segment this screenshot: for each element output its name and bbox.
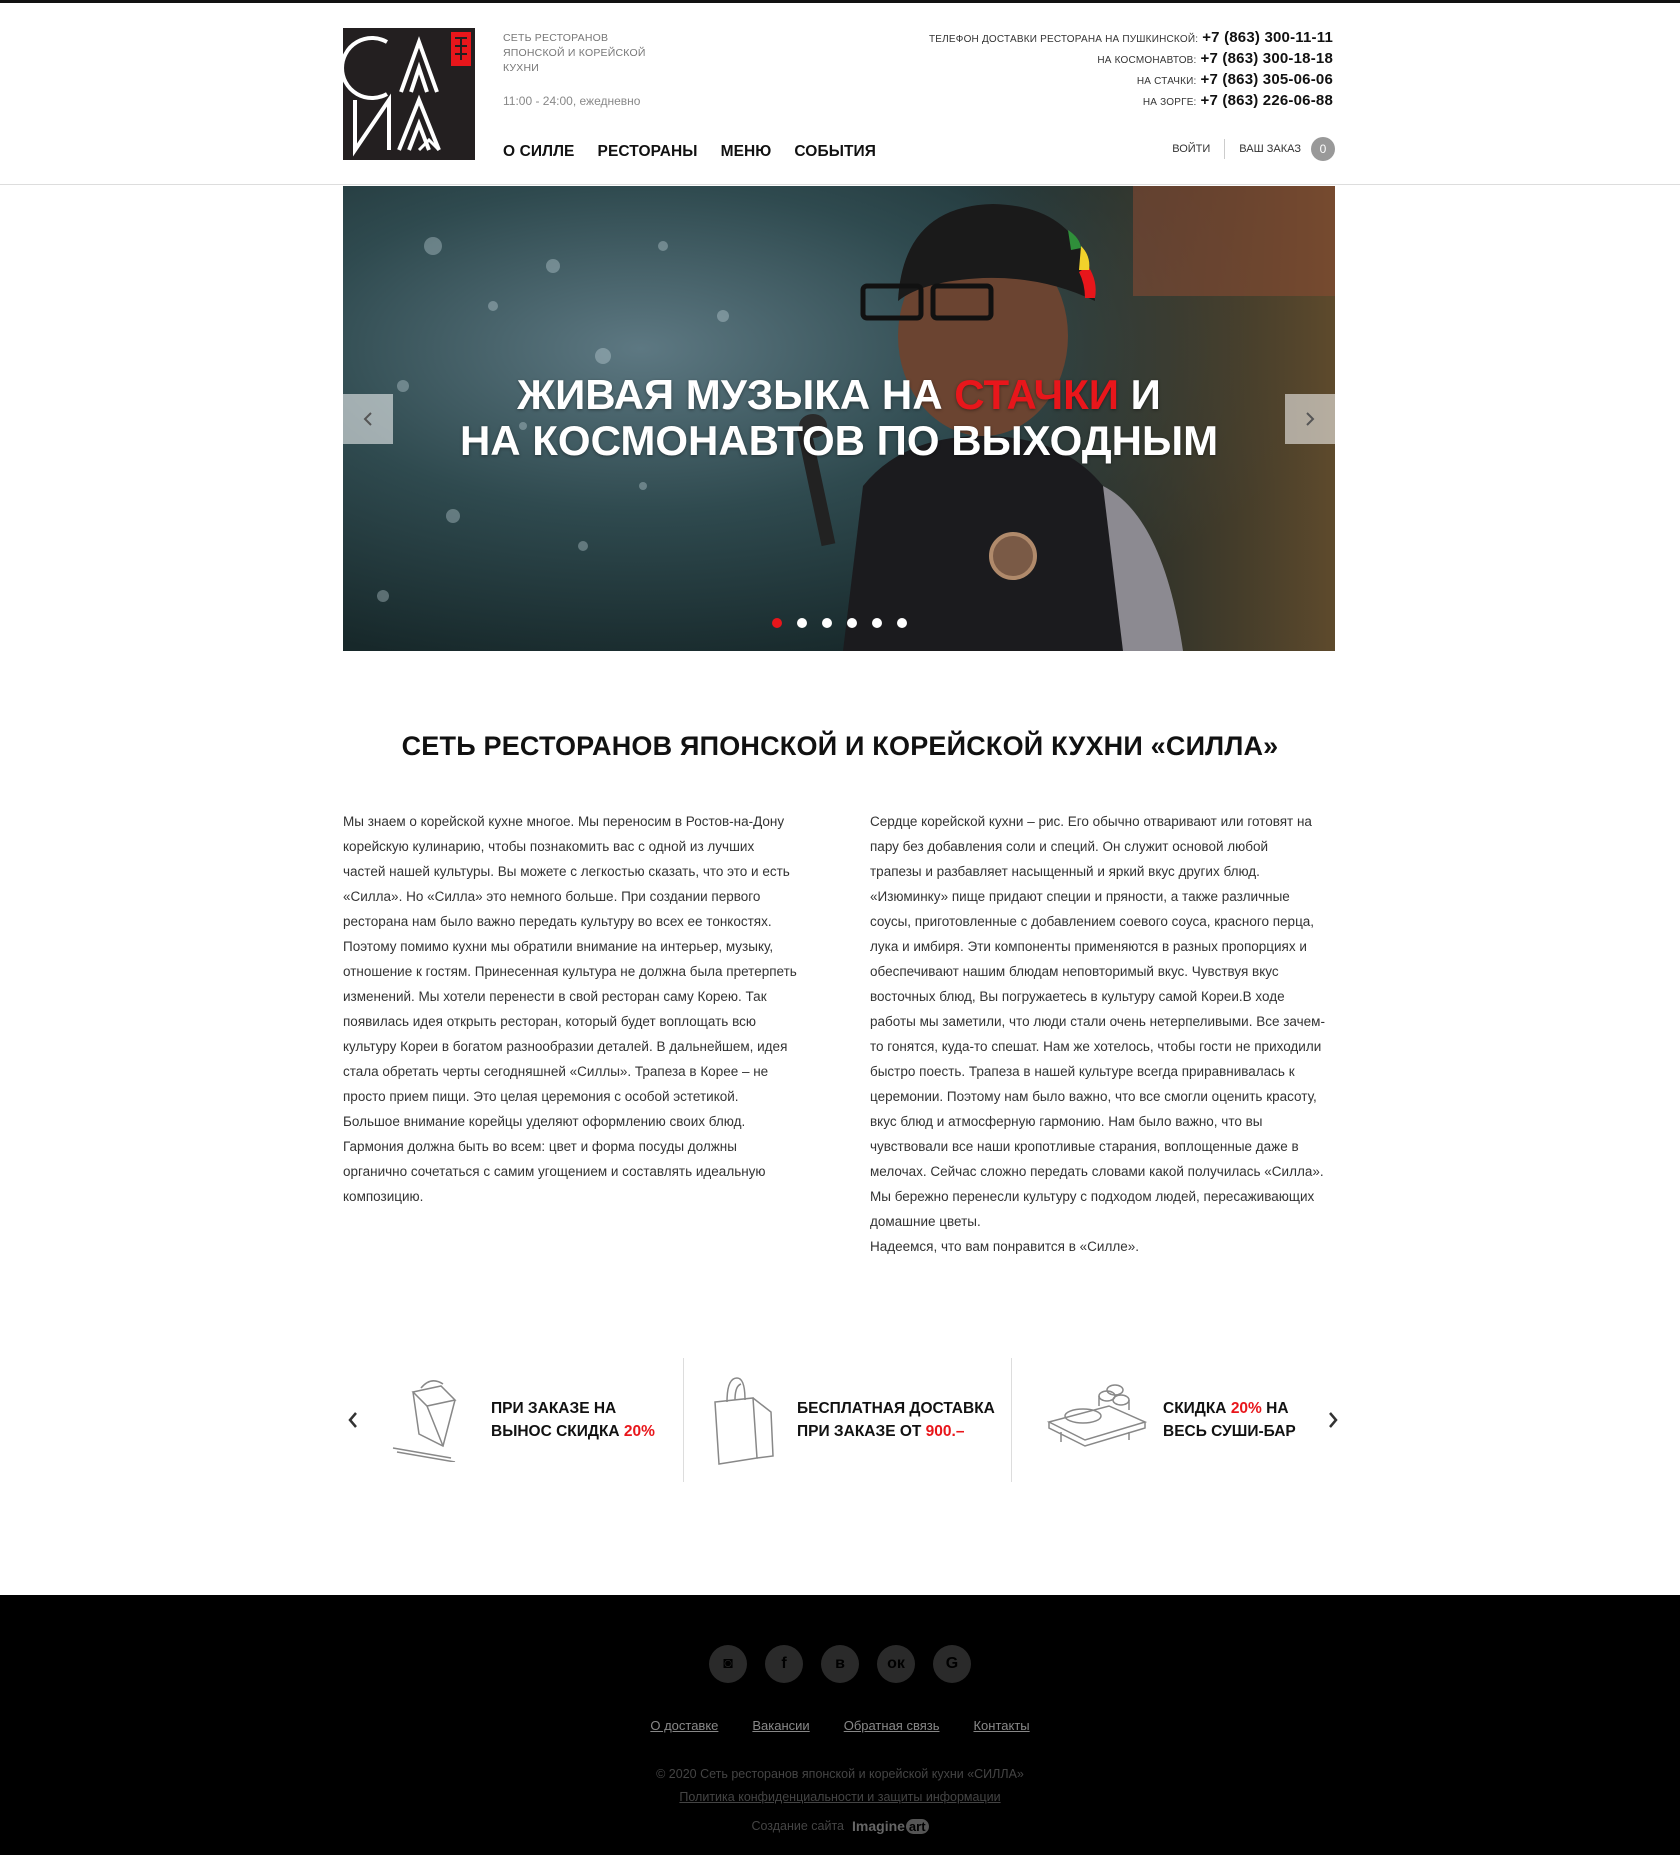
site-header: СЕТЬ РЕСТОРАНОВ ЯПОНСКОЙ И КОРЕЙСКОЙ КУХ… — [0, 3, 1680, 185]
promo-text: СКИДКА 20% НА ВЕСЬ СУШИ-БАР — [1163, 1397, 1296, 1443]
slider-prev-button[interactable] — [343, 394, 393, 444]
promo-line: ВЫНОС СКИДКА — [491, 1423, 624, 1440]
promo-text: БЕСПЛАТНАЯ ДОСТАВКА ПРИ ЗАКАЗЕ ОТ 900.– — [797, 1397, 995, 1443]
promo-carousel: ПРИ ЗАКАЗЕ НА ВЫНОС СКИДКА 20% БЕСПЛАТНА… — [343, 1358, 1338, 1482]
developer-logo[interactable]: Imagine art — [852, 1818, 929, 1834]
footer-link-vacancies[interactable]: Вакансии — [752, 1718, 809, 1733]
promo-highlight: 20% — [623, 1423, 655, 1440]
order-link[interactable]: ВАШ ЗАКАЗ — [1225, 139, 1301, 159]
nav-item-menu[interactable]: МЕНЮ — [721, 143, 772, 161]
footer-links: О доставке Вакансии Обратная связь Конта… — [0, 1718, 1680, 1733]
phone-label: НА СТАЧКИ: — [1136, 76, 1197, 87]
about-text-right: Сердце корейской кухни – рис. Его обычно… — [870, 809, 1340, 1259]
about-paragraph: Сердце корейской кухни – рис. Его обычно… — [870, 814, 1325, 1254]
phone-number-link[interactable]: +7 (863) 300-18-18 — [1201, 50, 1333, 67]
gplus-icon[interactable]: G — [933, 1645, 971, 1683]
phone-label: НА КОСМОНАВТОВ: — [1097, 55, 1197, 66]
slider-dot[interactable] — [871, 618, 882, 628]
login-link[interactable]: ВОЙТИ — [1172, 139, 1226, 159]
promo-line: ПРИ ЗАКАЗЕ НА — [491, 1400, 617, 1417]
nav-item-events[interactable]: СОБЫТИЯ — [794, 143, 876, 161]
privacy-policy-link[interactable]: Политика конфиденциальности и защиты инф… — [679, 1790, 1000, 1804]
takeaway-box-icon — [392, 1380, 457, 1462]
sushi-board-icon — [1046, 1384, 1148, 1447]
brand-logo[interactable] — [343, 28, 475, 160]
phone-row: НА КОСМОНАВТОВ: +7 (863) 300-18-18 — [929, 48, 1333, 69]
nav-item-about[interactable]: О СИЛЛЕ — [503, 143, 575, 161]
chevron-right-icon — [1329, 1412, 1338, 1428]
promo-item-sushi[interactable]: СКИДКА 20% НА ВЕСЬ СУШИ-БАР — [1045, 1358, 1296, 1482]
promo-line: НА — [1261, 1400, 1289, 1417]
slider-dot[interactable] — [771, 618, 782, 628]
odnoklassniki-icon[interactable]: ок — [877, 1645, 915, 1683]
promo-divider — [683, 1358, 684, 1482]
phone-row: ТЕЛЕФОН ДОСТАВКИ РЕСТОРАНА НА ПУШКИНСКОЙ… — [929, 27, 1333, 48]
slider-dot[interactable] — [896, 618, 907, 628]
brand-tagline: СЕТЬ РЕСТОРАНОВ ЯПОНСКОЙ И КОРЕЙСКОЙ КУХ… — [503, 32, 646, 74]
slide-title: ЖИВАЯ МУЗЫКА НА СТАЧКИ И НА КОСМОНАВТОВ … — [343, 372, 1335, 464]
social-links: ◙ f в ок G — [0, 1645, 1680, 1683]
made-by-label: Создание сайта — [751, 1819, 845, 1833]
account-bar: ВОЙТИ ВАШ ЗАКАЗ 0 — [1172, 137, 1335, 161]
phone-number-link[interactable]: +7 (863) 300-11-11 — [1202, 29, 1333, 46]
footer-link-delivery[interactable]: О доставке — [650, 1718, 718, 1733]
promo-line: ПРИ ЗАКАЗЕ ОТ — [797, 1423, 926, 1440]
main-nav: О СИЛЛЕ РЕСТОРАНЫ МЕНЮ СОБЫТИЯ — [503, 143, 876, 161]
slide-title-line2: НА КОСМОНАВТОВ ПО ВЫХОДНЫМ — [459, 417, 1219, 464]
opening-hours: 11:00 - 24:00, ежедневно — [503, 94, 641, 108]
copyright: © 2020 Сеть ресторанов японской и корейс… — [656, 1767, 1024, 1781]
about-title: СЕТЬ РЕСТОРАНОВ ЯПОНСКОЙ И КОРЕЙСКОЙ КУХ… — [401, 731, 1279, 761]
chevron-left-icon — [363, 412, 372, 426]
instagram-icon[interactable]: ◙ — [709, 1645, 747, 1683]
privacy-policy: Политика конфиденциальности и защиты инф… — [0, 1790, 1680, 1804]
vk-icon[interactable]: в — [821, 1645, 859, 1683]
phone-label: ТЕЛЕФОН ДОСТАВКИ РЕСТОРАНА НА ПУШКИНСКОЙ… — [928, 34, 1199, 45]
slide-title-text: И — [1119, 371, 1161, 418]
promo-line: СКИДКА — [1163, 1400, 1231, 1417]
promo-item-takeaway[interactable]: ПРИ ЗАКАЗЕ НА ВЫНОС СКИДКА 20% — [391, 1358, 655, 1482]
chevron-right-icon — [1306, 412, 1315, 426]
promo-highlight: 900.– — [925, 1423, 965, 1440]
slider-dots — [343, 618, 1335, 628]
footer-link-feedback[interactable]: Обратная связь — [844, 1718, 940, 1733]
logo-mark-icon — [343, 32, 471, 157]
developer-name-art: art — [905, 1818, 929, 1834]
about-paragraph: Мы знаем о корейской кухне многое. Мы пе… — [343, 814, 797, 1204]
phone-list: ТЕЛЕФОН ДОСТАВКИ РЕСТОРАНА НА ПУШКИНСКОЙ… — [929, 27, 1333, 111]
promo-next-button[interactable] — [1323, 1408, 1343, 1432]
shopping-bag-icon — [714, 1377, 774, 1465]
hero-slider: ЖИВАЯ МУЗЫКА НА СТАЧКИ И НА КОСМОНАВТОВ … — [343, 186, 1335, 651]
promo-prev-button[interactable] — [343, 1408, 363, 1432]
phone-number-link[interactable]: +7 (863) 226-06-88 — [1201, 92, 1333, 109]
slider-dot[interactable] — [846, 618, 857, 628]
phone-row: НА ЗОРГЕ: +7 (863) 226-06-88 — [929, 90, 1333, 111]
promo-line: БЕСПЛАТНАЯ ДОСТАВКА — [797, 1400, 995, 1417]
phone-number-link[interactable]: +7 (863) 305-06-06 — [1201, 71, 1333, 88]
made-by: Создание сайта Imagine art — [0, 1818, 1680, 1834]
promo-item-delivery[interactable]: БЕСПЛАТНАЯ ДОСТАВКА ПРИ ЗАКАЗЕ ОТ 900.– — [713, 1358, 995, 1482]
slider-dot[interactable] — [796, 618, 807, 628]
cart-count-badge[interactable]: 0 — [1311, 137, 1335, 161]
slide-title-text: ЖИВАЯ МУЗЫКА НА — [517, 371, 955, 418]
promo-text: ПРИ ЗАКАЗЕ НА ВЫНОС СКИДКА 20% — [491, 1397, 655, 1443]
slider-next-button[interactable] — [1285, 394, 1335, 444]
about-text-left: Мы знаем о корейской кухне многое. Мы пе… — [343, 809, 813, 1209]
phone-label: НА ЗОРГЕ: — [1142, 97, 1197, 108]
footer-link-contacts[interactable]: Контакты — [973, 1718, 1029, 1733]
nav-item-restaurants[interactable]: РЕСТОРАНЫ — [598, 143, 698, 161]
site-footer: ◙ f в ок G О доставке Вакансии Обратная связ… — [0, 1595, 1680, 1855]
promo-highlight: 20% — [1230, 1400, 1262, 1417]
slide-title-highlight: СТАЧКИ — [954, 371, 1119, 418]
phone-row: НА СТАЧКИ: +7 (863) 305-06-06 — [929, 69, 1333, 90]
slider-dot[interactable] — [821, 618, 832, 628]
developer-name: Imagine — [852, 1818, 905, 1834]
promo-divider — [1011, 1358, 1012, 1482]
facebook-icon[interactable]: f — [765, 1645, 803, 1683]
chevron-left-icon — [348, 1412, 357, 1428]
promo-line: ВЕСЬ СУШИ-БАР — [1163, 1423, 1296, 1440]
